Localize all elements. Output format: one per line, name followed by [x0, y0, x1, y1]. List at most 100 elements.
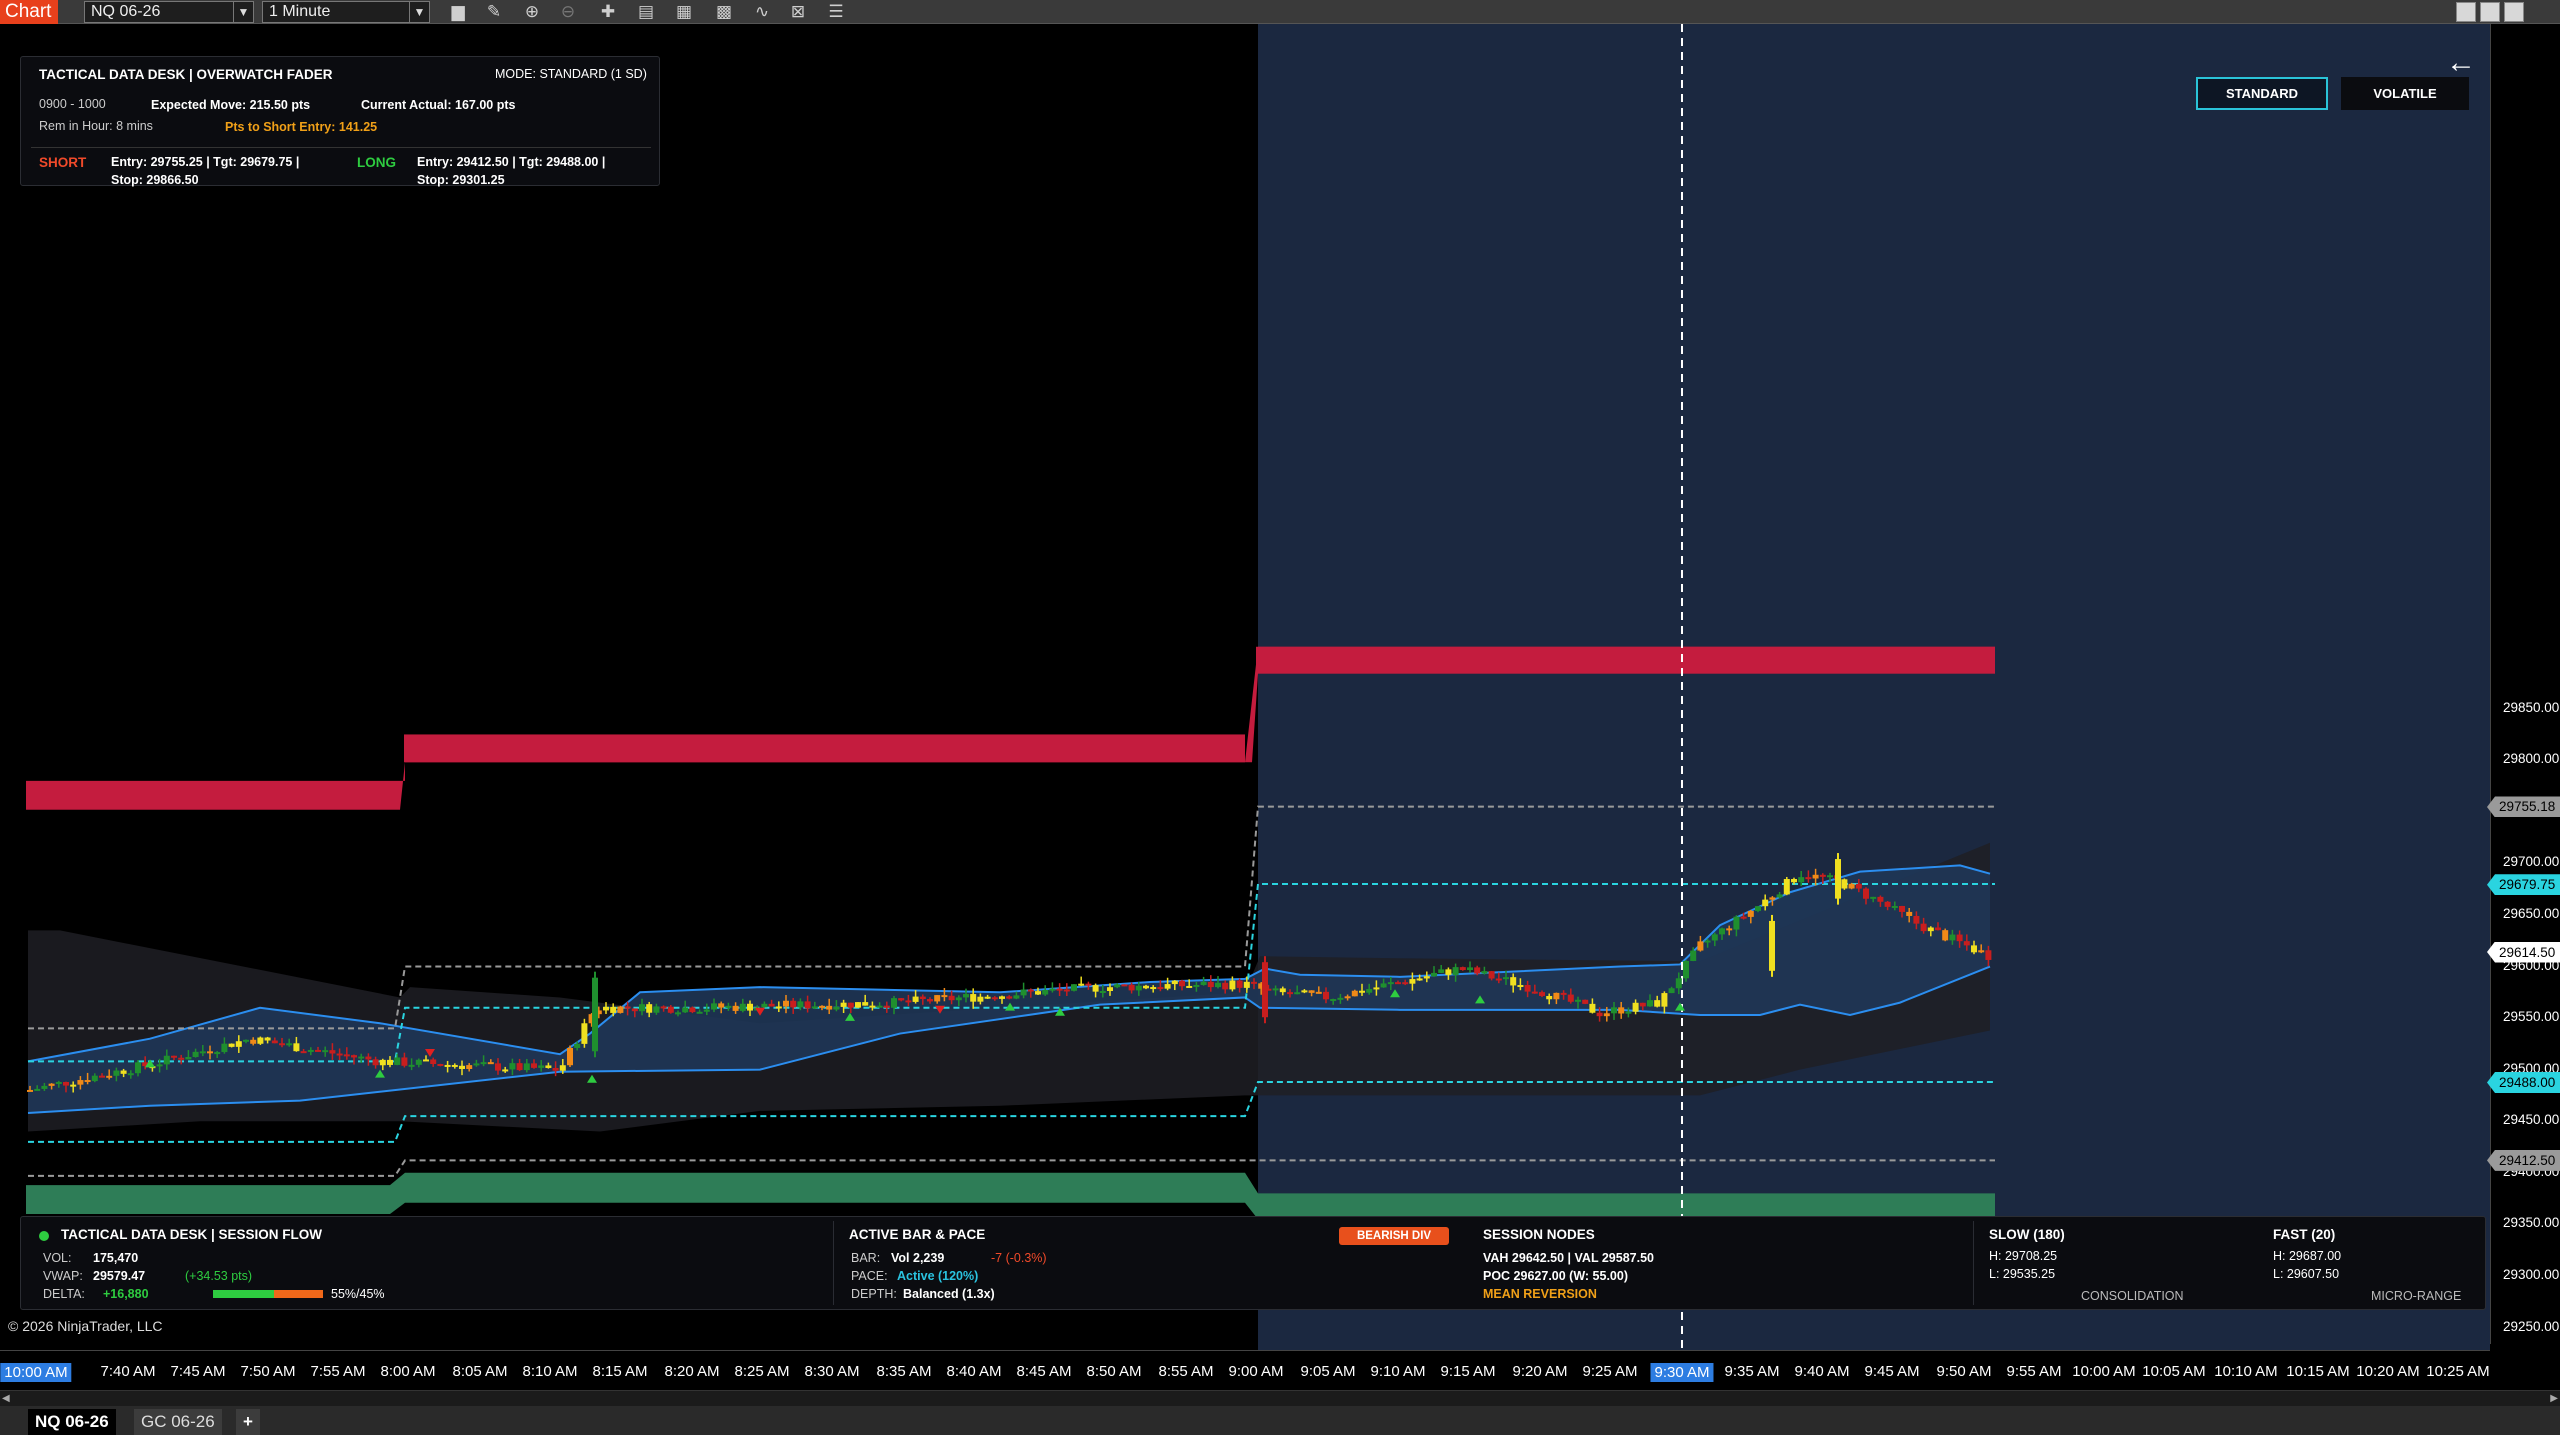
chart-window-tab[interactable]: Chart [0, 0, 58, 24]
mode-label: MODE: STANDARD (1 SD) [495, 67, 647, 81]
candle-body [1186, 985, 1193, 988]
restore-button[interactable] [2480, 2, 2500, 22]
nodes-state: MEAN REVERSION [1483, 1287, 1597, 1301]
candle-body [1179, 980, 1185, 987]
templates-icon[interactable]: ▦ [672, 0, 696, 24]
candle-body [113, 1070, 120, 1076]
strategies-icon[interactable]: ∿ [750, 0, 774, 24]
pace-value: Active (120%) [897, 1269, 979, 1283]
time-axis[interactable]: 10:00 AM 7:40 AM 7:45 AM 7:50 AM 7:55 AM 8:00… [0, 1350, 2490, 1390]
candle-body [84, 1080, 91, 1083]
minimize-button[interactable] [2456, 2, 2476, 22]
price-chart-area[interactable] [0, 24, 2490, 1350]
time-tick-label: 9:45 AM [1864, 1363, 1920, 1380]
candle-body [567, 1047, 573, 1066]
delta-value: +16,880 [103, 1287, 149, 1301]
instrument-selector[interactable]: NQ 06-26 ▼ [84, 1, 254, 23]
candle-body [1675, 978, 1682, 989]
interval-selector[interactable]: 1 Minute ▼ [262, 1, 430, 23]
candle-body [768, 1003, 775, 1007]
candle-body [63, 1081, 69, 1086]
candle-body [1423, 976, 1430, 979]
candle-body [1632, 1002, 1639, 1012]
candle-body [257, 1037, 264, 1044]
data-box-icon[interactable]: ⊠ [786, 0, 810, 24]
candle-body [1459, 967, 1466, 971]
scroll-right-icon[interactable]: ▶ [2550, 1393, 2558, 1404]
standard-mode-button[interactable]: STANDARD [2196, 77, 2328, 110]
crosshair-icon[interactable]: ✚ [596, 0, 620, 24]
time-tick-label: 9:40 AM [1794, 1363, 1850, 1380]
bearish-div-badge: BEARISH DIV [1339, 1227, 1449, 1245]
list-icon[interactable]: ☰ [824, 0, 848, 24]
bar-value: Vol 2,239 [891, 1251, 945, 1265]
bar-type-icon[interactable]: ▆ [446, 0, 470, 24]
candle-body [624, 1006, 631, 1009]
candle-body [927, 999, 933, 1002]
candle-body [1503, 977, 1509, 980]
candle-body [163, 1055, 170, 1065]
candle-body [1452, 967, 1459, 975]
zoom-in-icon[interactable]: ⊕ [520, 0, 544, 24]
copyright-text: © 2026 NinjaTrader, LLC [8, 1318, 163, 1334]
candle-body [379, 1059, 386, 1066]
candle-body [235, 1041, 242, 1047]
candle-body [610, 1006, 617, 1013]
pencil-icon[interactable]: ✎ [482, 0, 506, 24]
candle-body [639, 1004, 645, 1012]
candle-body [1294, 992, 1301, 995]
candle-body [1654, 1000, 1661, 1007]
candle-body [228, 1043, 235, 1047]
volatile-mode-button[interactable]: VOLATILE [2341, 77, 2469, 110]
price-tick-label: 29450.00 [2503, 1112, 2560, 1128]
close-window-button[interactable] [2504, 2, 2524, 22]
price-axis[interactable]: 29850.0029800.0029750.0029700.0029650.00… [2490, 24, 2560, 1344]
time-tick-label: 7:40 AM [100, 1363, 156, 1380]
candle-body [1711, 934, 1718, 941]
short-levels: Entry: 29755.25 | Tgt: 29679.75 | [111, 155, 300, 169]
candle-body [372, 1059, 379, 1066]
candle-body [415, 1059, 422, 1065]
candle-body [1855, 883, 1862, 889]
candle-body [1906, 911, 1913, 916]
price-tick-label: 29250.00 [2503, 1318, 2560, 1334]
candle-body [1128, 984, 1135, 991]
candle-body [1863, 888, 1869, 899]
candle-body [855, 1002, 861, 1008]
tab-nq[interactable]: NQ 06-26 [28, 1409, 116, 1435]
candle-body [1690, 950, 1697, 961]
candle-body [1056, 988, 1063, 991]
spike-candle-body [592, 977, 598, 1052]
price-marker-label: 29488.00 [2487, 1072, 2560, 1094]
candle-body [1848, 883, 1855, 889]
vwap-label: VWAP: [43, 1269, 83, 1283]
candle-body [1510, 977, 1517, 986]
candle-body [1589, 1003, 1596, 1013]
delta-ratio-bar [213, 1290, 323, 1298]
tab-gc[interactable]: GC 06-26 [134, 1409, 222, 1435]
time-tick-label: 8:40 AM [946, 1363, 1002, 1380]
candle-body [286, 1043, 293, 1046]
session-nodes-title: SESSION NODES [1483, 1227, 1595, 1242]
candle-body [1474, 967, 1481, 974]
candle-body [423, 1059, 429, 1062]
candle-body [1467, 967, 1473, 971]
time-tick-label: 8:25 AM [734, 1363, 790, 1380]
add-tab-button[interactable]: + [236, 1409, 260, 1435]
candle-body [466, 1065, 473, 1070]
candle-body [1726, 928, 1733, 931]
candle-body [1344, 996, 1351, 999]
scroll-left-icon[interactable]: ◀ [2, 1393, 10, 1404]
candle-body [826, 1005, 833, 1010]
spike-candle-body [1769, 920, 1775, 971]
candle-body [1114, 984, 1121, 988]
candle-body [1092, 985, 1099, 992]
zoom-out-icon[interactable]: ⊖ [556, 0, 580, 24]
indicators-icon[interactable]: ▩ [712, 0, 736, 24]
properties-icon[interactable]: ▤ [634, 0, 658, 24]
back-arrow-icon[interactable]: ← [2446, 46, 2476, 80]
candle-body [221, 1043, 228, 1053]
horizontal-scrollbar[interactable]: ◀ ▶ [0, 1390, 2560, 1406]
candle-body [1870, 896, 1877, 899]
candle-body [1063, 989, 1070, 992]
